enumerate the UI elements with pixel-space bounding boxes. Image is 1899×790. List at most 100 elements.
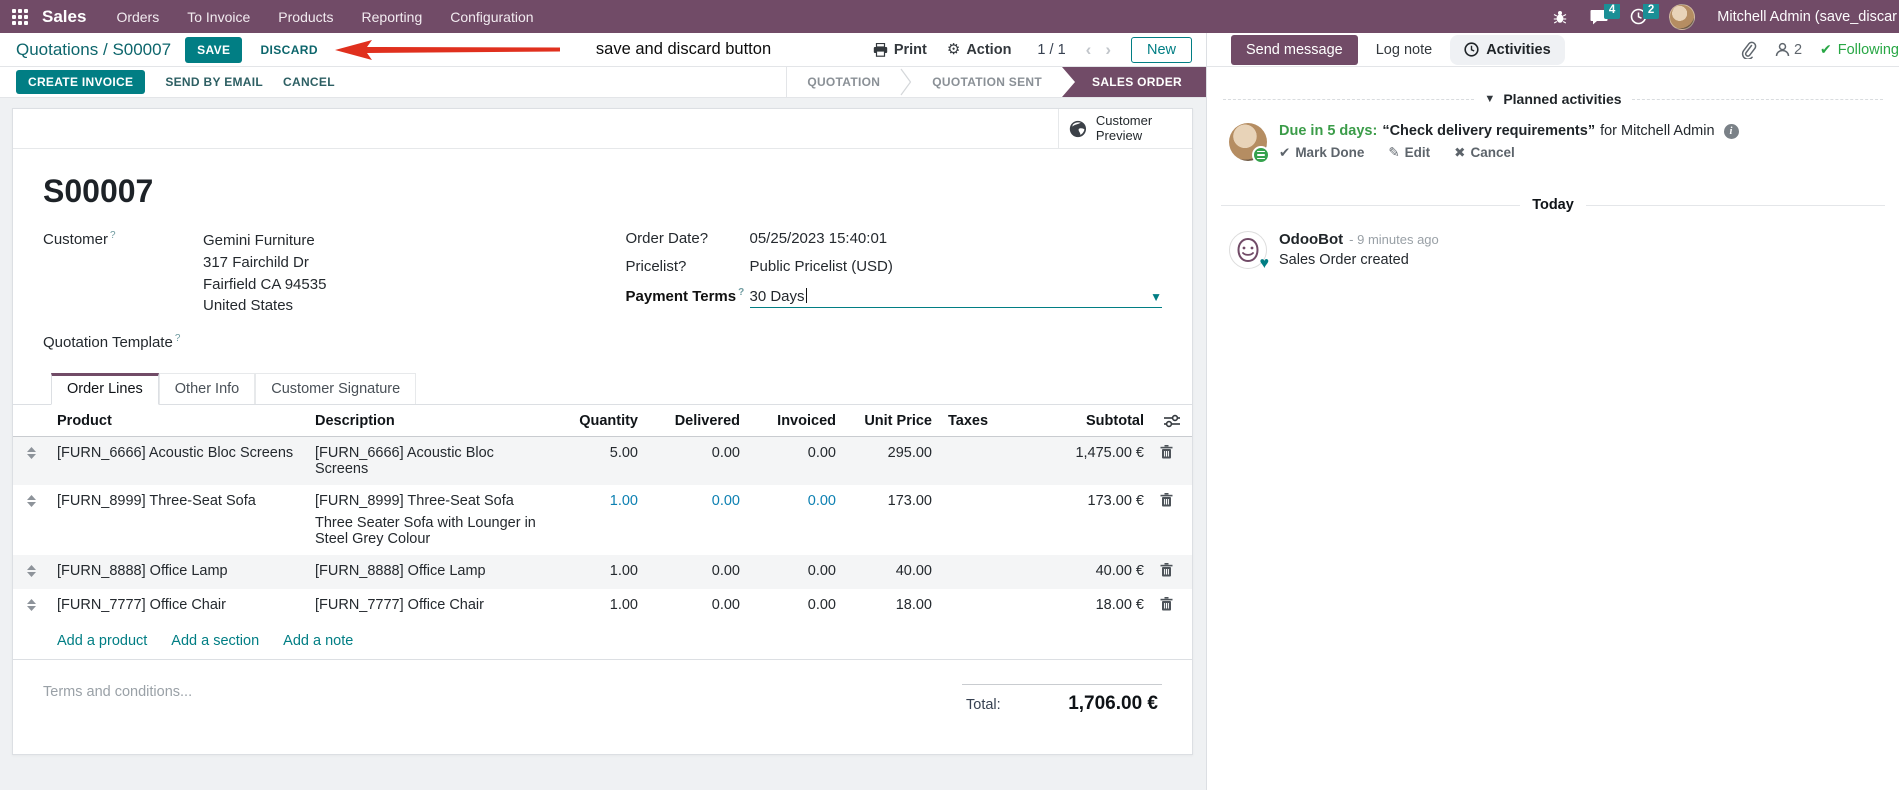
customer-link[interactable]: Gemini Furniture (203, 230, 326, 252)
cell-unit-price[interactable]: 18.00 (844, 589, 940, 623)
tab-other-info[interactable]: Other Info (158, 373, 256, 404)
message-author[interactable]: OdooBot (1279, 231, 1343, 248)
user-avatar[interactable] (1669, 3, 1696, 30)
delivered-column-header[interactable]: Delivered (646, 405, 748, 437)
add-a-note-link[interactable]: Add a note (283, 633, 353, 649)
menu-to-invoice[interactable]: To Invoice (187, 9, 250, 25)
terms-placeholder[interactable]: Terms and conditions... (43, 684, 192, 715)
order-line-row[interactable]: [FURN_7777] Office Chair [FURN_7777] Off… (13, 589, 1192, 623)
discard-button[interactable]: DISCARD (260, 43, 317, 57)
cell-taxes[interactable] (940, 485, 1014, 555)
cancel-button[interactable]: CANCEL (283, 75, 335, 89)
cell-product[interactable]: [FURN_7777] Office Chair (49, 589, 307, 623)
status-step-quotation-sent[interactable]: QUOTATION SENT (912, 67, 1062, 97)
tab-order-lines[interactable]: Order Lines (51, 373, 159, 405)
breadcrumb-quotations[interactable]: Quotations (16, 40, 98, 59)
followers-button[interactable]: 2 (1775, 42, 1802, 58)
add-a-section-link[interactable]: Add a section (171, 633, 259, 649)
pager-previous-icon[interactable]: ‹ (1086, 40, 1092, 60)
cell-taxes[interactable] (940, 555, 1014, 589)
cell-description[interactable]: [FURN_8888] Office Lamp (307, 555, 550, 589)
description-column-header[interactable]: Description (307, 405, 550, 437)
send-by-email-button[interactable]: SEND BY EMAIL (165, 75, 263, 89)
delete-row-button[interactable] (1160, 563, 1173, 577)
menu-orders[interactable]: Orders (116, 9, 159, 25)
user-name[interactable]: Mitchell Admin (save_discar (1717, 9, 1897, 25)
payment-terms-input[interactable]: 30 Days ▼ (749, 286, 1162, 308)
cell-quantity[interactable]: 1.00 (550, 485, 646, 555)
mark-done-button[interactable]: ✔ Mark Done (1279, 145, 1364, 161)
cell-invoiced[interactable]: 0.00 (748, 555, 844, 589)
cell-unit-price[interactable]: 40.00 (844, 555, 940, 589)
pricelist-value[interactable]: Public Pricelist (USD) (750, 258, 893, 275)
cell-quantity[interactable]: 5.00 (550, 437, 646, 486)
send-message-button[interactable]: Send message (1231, 34, 1358, 65)
add-a-product-link[interactable]: Add a product (57, 633, 147, 649)
order-line-row[interactable]: [FURN_8999] Three-Seat Sofa [FURN_8999] … (13, 485, 1192, 555)
cell-delivered[interactable]: 0.00 (646, 555, 748, 589)
drag-handle-icon[interactable] (13, 589, 49, 623)
cell-taxes[interactable] (940, 437, 1014, 486)
edit-activity-button[interactable]: ✎ Edit (1388, 145, 1430, 161)
cell-invoiced[interactable]: 0.00 (748, 485, 844, 555)
following-button[interactable]: ✔ Following (1820, 41, 1899, 58)
quantity-column-header[interactable]: Quantity (550, 405, 646, 437)
invoiced-column-header[interactable]: Invoiced (748, 405, 844, 437)
cell-product[interactable]: [FURN_8888] Office Lamp (49, 555, 307, 589)
subtotal-column-header[interactable]: Subtotal (1014, 405, 1152, 437)
odoobot-avatar[interactable]: ♥ (1229, 231, 1269, 272)
print-button[interactable]: Print (873, 42, 927, 58)
app-brand[interactable]: Sales (42, 7, 86, 27)
cell-delivered[interactable]: 0.00 (646, 485, 748, 555)
tab-customer-signature[interactable]: Customer Signature (255, 373, 417, 404)
status-step-quotation[interactable]: QUOTATION (787, 67, 900, 97)
unit-price-column-header[interactable]: Unit Price (844, 405, 940, 437)
status-step-sales-order[interactable]: SALES ORDER (1062, 67, 1206, 97)
cell-description[interactable]: [FURN_8999] Three-Seat Sofa Three Seater… (307, 485, 550, 555)
drag-handle-icon[interactable] (13, 485, 49, 555)
customer-preview-button[interactable]: Customer Preview (1058, 109, 1192, 148)
planned-activities-toggle[interactable]: ▼ Planned activities (1484, 91, 1621, 107)
dropdown-caret-icon[interactable]: ▼ (1150, 290, 1162, 304)
action-menu-button[interactable]: ⚙ Action (947, 42, 1012, 58)
messages-icon[interactable]: 4 (1590, 3, 1621, 25)
cell-delivered[interactable]: 0.00 (646, 589, 748, 623)
cell-product[interactable]: [FURN_8999] Three-Seat Sofa (49, 485, 307, 555)
drag-handle-icon[interactable] (13, 555, 49, 589)
cell-quantity[interactable]: 1.00 (550, 589, 646, 623)
cancel-activity-button[interactable]: ✖ Cancel (1454, 145, 1515, 161)
delete-row-button[interactable] (1160, 445, 1173, 459)
optional-columns-button[interactable] (1152, 405, 1192, 437)
apps-grid-icon[interactable] (12, 8, 28, 25)
cell-unit-price[interactable]: 295.00 (844, 437, 940, 486)
cell-unit-price[interactable]: 173.00 (844, 485, 940, 555)
activities-button[interactable]: Activities (1450, 34, 1565, 65)
cell-delivered[interactable]: 0.00 (646, 437, 748, 486)
debug-bug-icon[interactable] (1552, 9, 1568, 25)
new-button[interactable]: New (1130, 36, 1192, 63)
log-note-button[interactable]: Log note (1376, 42, 1432, 58)
activity-avatar[interactable] (1229, 123, 1270, 164)
order-date-value[interactable]: 05/25/2023 15:40:01 (750, 230, 888, 247)
cell-invoiced[interactable]: 0.00 (748, 589, 844, 623)
pager-next-icon[interactable]: › (1105, 40, 1111, 60)
menu-reporting[interactable]: Reporting (362, 9, 423, 25)
activity-clock-icon[interactable]: 2 (1630, 3, 1660, 25)
create-invoice-button[interactable]: CREATE INVOICE (16, 70, 146, 94)
cell-description[interactable]: [FURN_6666] Acoustic Bloc Screens (307, 437, 550, 486)
cell-description[interactable]: [FURN_7777] Office Chair (307, 589, 550, 623)
order-line-row[interactable]: [FURN_8888] Office Lamp [FURN_8888] Offi… (13, 555, 1192, 589)
product-column-header[interactable]: Product (49, 405, 307, 437)
cell-product[interactable]: [FURN_6666] Acoustic Bloc Screens (49, 437, 307, 486)
cell-taxes[interactable] (940, 589, 1014, 623)
attachments-button[interactable] (1740, 41, 1757, 59)
drag-handle-icon[interactable] (13, 437, 49, 486)
menu-products[interactable]: Products (278, 9, 333, 25)
delete-row-button[interactable] (1160, 597, 1173, 611)
field-quotation-template[interactable]: Quotation Template? (43, 333, 580, 351)
delete-row-button[interactable] (1160, 493, 1173, 507)
taxes-column-header[interactable]: Taxes (940, 405, 1014, 437)
save-button[interactable]: SAVE (185, 36, 243, 63)
cell-invoiced[interactable]: 0.00 (748, 437, 844, 486)
menu-configuration[interactable]: Configuration (450, 9, 533, 25)
